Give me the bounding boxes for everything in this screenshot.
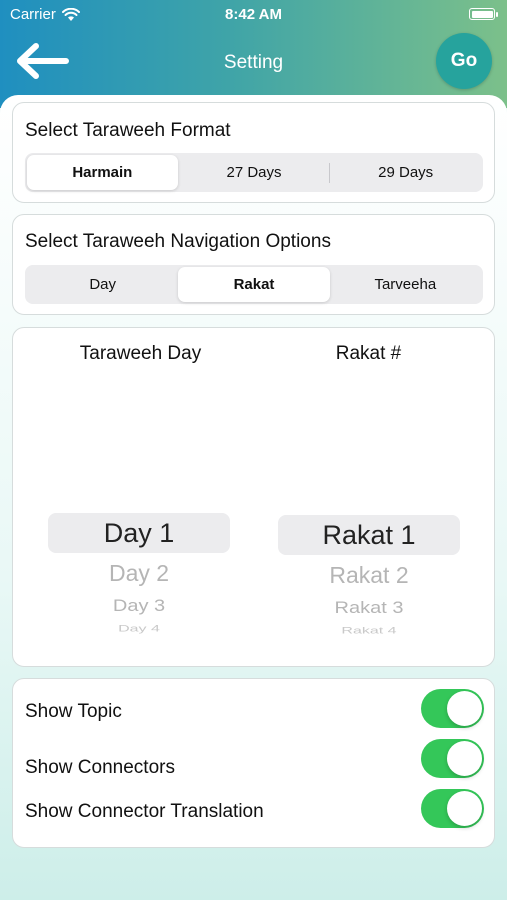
navigation-card-title: Select Taraweeh Navigation Options (25, 231, 331, 252)
day-picker-title: Taraweeh Day (79, 343, 202, 364)
show-connectors-toggle[interactable] (421, 739, 484, 778)
format-card-title: Select Taraweeh Format (25, 120, 231, 141)
format-card: Select Taraweeh Format Harmain 27 Days 2… (12, 102, 495, 203)
segment-rakat[interactable]: Rakat (178, 267, 330, 302)
show-connector-translation-toggle[interactable] (421, 789, 484, 828)
settings-content: Select Taraweeh Format Harmain 27 Days 2… (0, 95, 507, 900)
day-picker-item[interactable]: Day 1 (48, 518, 230, 549)
navigation-card: Select Taraweeh Navigation Options Day R… (12, 214, 495, 315)
header-bar: Carrier 8:42 AM Setting Go (0, 0, 507, 108)
toggles-card: Show Topic Show Connectors Show Connecto… (12, 678, 495, 848)
rakat-picker-title: Rakat # (335, 343, 402, 364)
day-picker-item[interactable]: Day 2 (48, 560, 230, 587)
show-topic-toggle[interactable] (421, 689, 484, 728)
picker-card: Taraweeh Day Rakat # Day 1 Day 2 Day 3 D… (12, 327, 495, 667)
segment-29-days[interactable]: 29 Days (330, 155, 481, 190)
segment-harmain[interactable]: Harmain (27, 155, 178, 190)
day-picker-item[interactable]: Day 3 (48, 597, 230, 617)
day-picker-item[interactable]: Day 4 (48, 624, 230, 635)
rakat-picker-item[interactable]: Rakat 1 (278, 520, 460, 551)
page-title: Setting (223, 52, 284, 73)
status-time: 8:42 AM (225, 6, 282, 23)
segment-tarveeha[interactable]: Tarveeha (330, 267, 481, 302)
rakat-picker-item[interactable]: Rakat 3 (278, 599, 460, 619)
show-topic-label: Show Topic (25, 701, 122, 722)
format-segmented-control: Harmain 27 Days 29 Days (25, 153, 483, 192)
show-connectors-label: Show Connectors (25, 757, 175, 778)
rakat-picker-item[interactable]: Rakat 4 (278, 626, 460, 637)
segment-27-days[interactable]: 27 Days (179, 155, 330, 190)
show-connector-translation-label: Show Connector Translation (25, 801, 264, 822)
segment-day[interactable]: Day (27, 267, 178, 302)
status-bar: Carrier 8:42 AM (0, 0, 507, 28)
rakat-picker-item[interactable]: Rakat 2 (278, 562, 460, 589)
go-button[interactable]: Go (436, 33, 492, 89)
navigation-segmented-control: Day Rakat Tarveeha (25, 265, 483, 304)
battery-icon (469, 8, 498, 20)
